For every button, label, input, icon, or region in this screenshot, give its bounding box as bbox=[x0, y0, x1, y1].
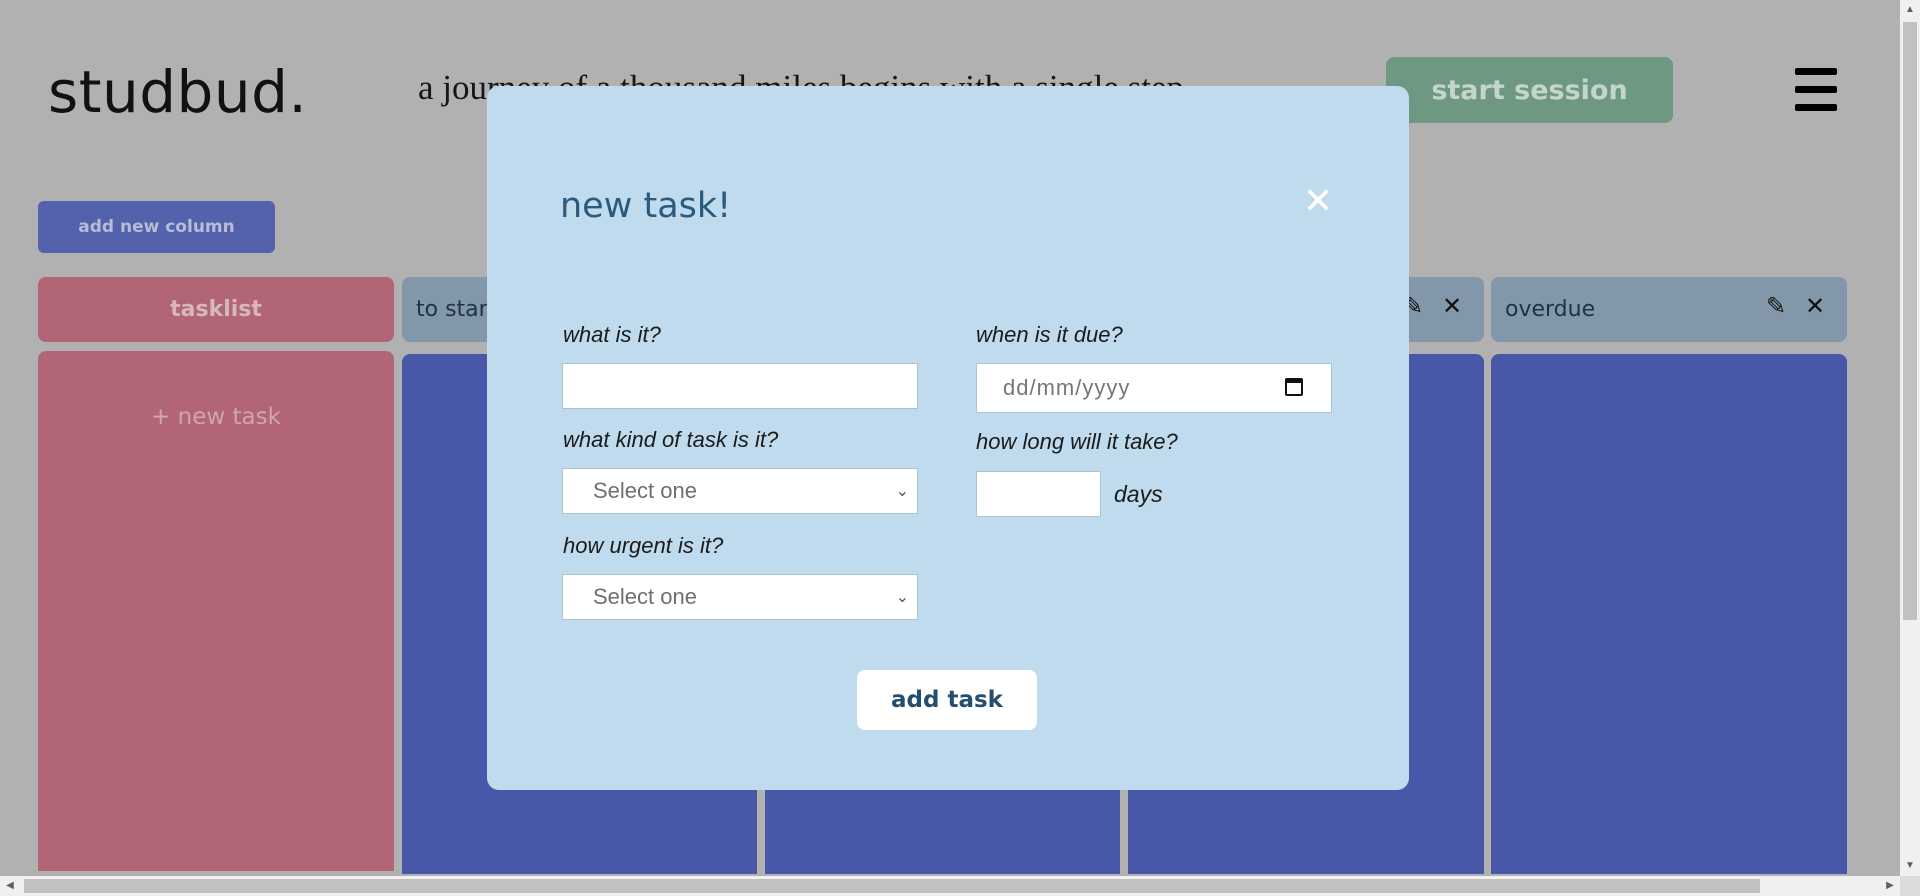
due-date-label: when is it due? bbox=[976, 322, 1123, 347]
start-session-button[interactable]: start session bbox=[1386, 57, 1673, 123]
scroll-left-arrow-icon[interactable]: ◀ bbox=[0, 876, 20, 896]
scroll-down-arrow-icon[interactable]: ▼ bbox=[1900, 856, 1920, 876]
edit-pencil-icon[interactable]: ✎ bbox=[1763, 292, 1789, 320]
horizontal-scroll-thumb[interactable] bbox=[24, 879, 1760, 893]
column-title: overdue bbox=[1505, 297, 1596, 322]
column-header-overdue: overdue ✎ ✕ bbox=[1491, 277, 1847, 342]
horizontal-scrollbar[interactable]: ◀ ▶ bbox=[0, 876, 1900, 896]
delete-column-close-icon[interactable]: ✕ bbox=[1439, 292, 1465, 320]
duration-unit-label: days bbox=[1114, 481, 1163, 507]
new-task-modal: new task! ✕ what is it? what kind of tas… bbox=[487, 86, 1409, 790]
scrollbar-corner bbox=[1900, 876, 1920, 896]
tasklist-header: tasklist bbox=[38, 277, 394, 342]
urgency-select[interactable]: Select one ⌄ bbox=[562, 574, 918, 620]
urgency-selected: Select one bbox=[593, 584, 697, 609]
column-overdue bbox=[1491, 354, 1847, 874]
task-type-selected: Select one bbox=[593, 478, 697, 503]
calendar-icon[interactable] bbox=[1285, 378, 1303, 396]
column-title: to start bbox=[416, 297, 497, 322]
scroll-up-arrow-icon[interactable]: ▲ bbox=[1900, 0, 1920, 20]
task-type-select[interactable]: Select one ⌄ bbox=[562, 468, 918, 514]
hamburger-icon[interactable] bbox=[1795, 68, 1837, 111]
urgency-label: how urgent is it? bbox=[563, 533, 724, 558]
scroll-right-arrow-icon[interactable]: ▶ bbox=[1880, 876, 1900, 896]
due-date-placeholder: dd/mm/yyyy bbox=[1003, 375, 1131, 400]
vertical-scroll-thumb[interactable] bbox=[1903, 22, 1917, 620]
add-task-button[interactable]: add task bbox=[857, 670, 1037, 730]
chevron-down-icon: ⌄ bbox=[895, 483, 909, 500]
chevron-down-icon: ⌄ bbox=[895, 589, 909, 606]
vertical-scrollbar[interactable]: ▲ ▼ bbox=[1900, 0, 1920, 876]
app-logo[interactable]: studbud. bbox=[48, 58, 307, 126]
delete-column-close-icon[interactable]: ✕ bbox=[1802, 292, 1828, 320]
task-name-label: what is it? bbox=[563, 322, 661, 347]
modal-title: new task! bbox=[560, 186, 732, 226]
new-task-button[interactable]: + new task bbox=[38, 404, 394, 430]
task-type-label: what kind of task is it? bbox=[563, 427, 779, 452]
task-name-input[interactable] bbox=[562, 363, 918, 409]
duration-label: how long will it take? bbox=[976, 429, 1178, 454]
duration-input[interactable] bbox=[976, 471, 1101, 517]
due-date-input[interactable]: dd/mm/yyyy bbox=[976, 363, 1332, 413]
add-new-column-button[interactable]: add new column bbox=[38, 201, 275, 253]
close-icon[interactable]: ✕ bbox=[1303, 184, 1333, 220]
